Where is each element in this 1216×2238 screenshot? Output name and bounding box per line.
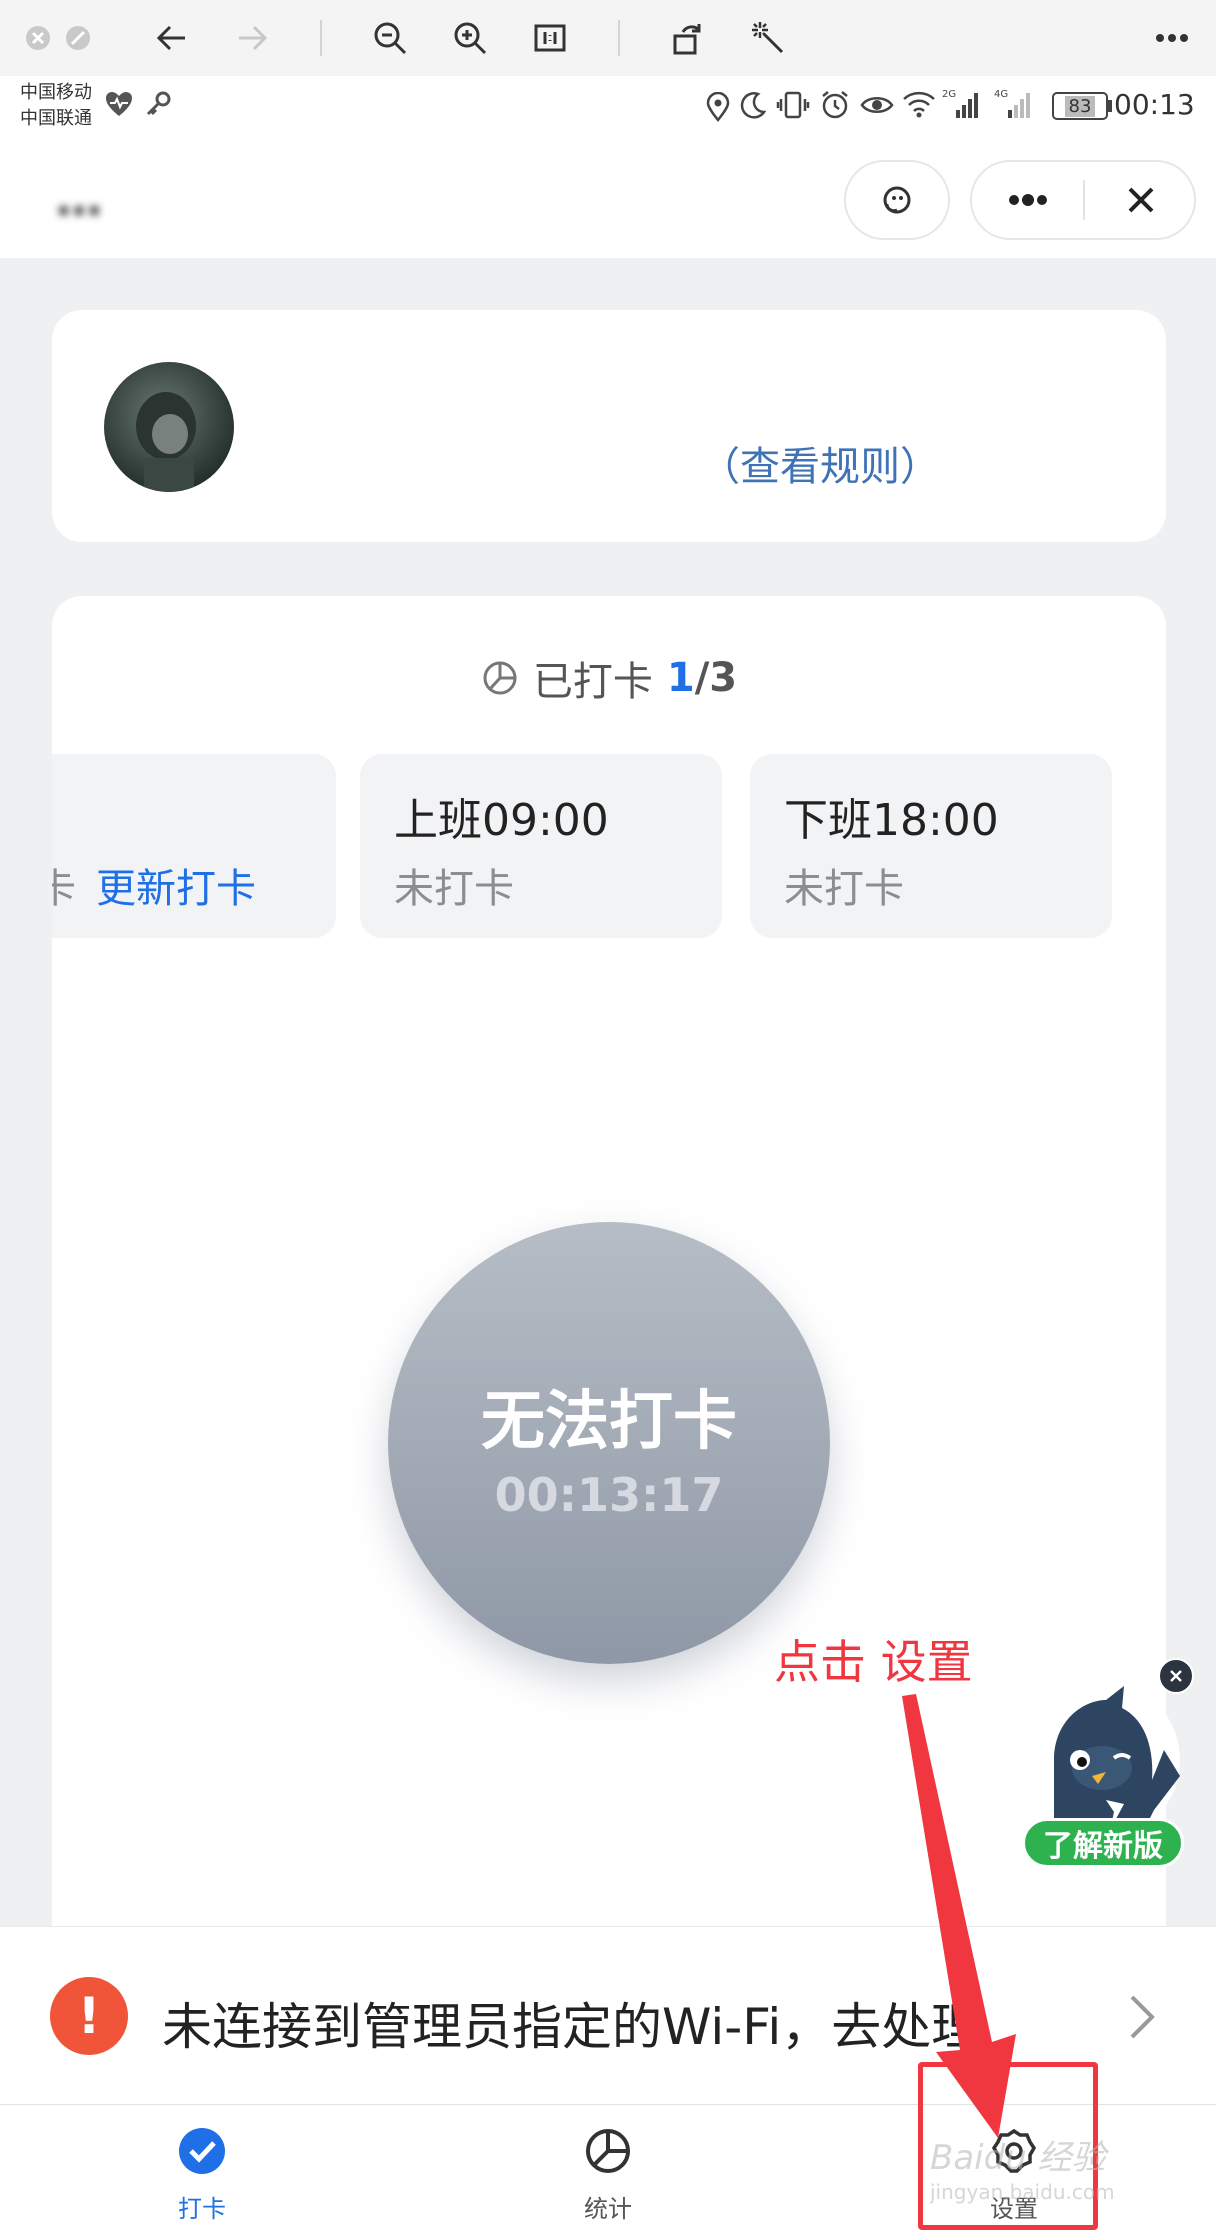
status-bar: 中国移动 中国联通 2G 4G 83 00:13 xyxy=(0,76,1216,142)
pie-chart-icon xyxy=(483,661,517,695)
more-options-icon[interactable] xyxy=(1148,14,1196,62)
title-bar: … xyxy=(0,142,1216,258)
checkmark-icon xyxy=(179,2128,225,2174)
actual-size-icon[interactable] xyxy=(526,14,574,62)
wifi-warning-text: 未连接到管理员指定的Wi-Fi，去处理 xyxy=(162,1998,982,2056)
slot-time: 上班09:00 xyxy=(394,795,609,846)
checkin-slot[interactable]: 下班18:00 未打卡 xyxy=(750,754,1112,938)
avatar xyxy=(104,362,234,492)
slot-status: 未打卡 xyxy=(784,866,904,912)
eye-icon xyxy=(860,92,894,122)
progress-total: /3 xyxy=(694,655,738,701)
cellular-signal-2-icon: 4G xyxy=(994,88,1034,124)
menu-more-button[interactable] xyxy=(972,162,1084,238)
rotate-icon[interactable] xyxy=(664,14,712,62)
punch-button[interactable]: 无法打卡 00:13:17 xyxy=(388,1222,830,1664)
forward-arrow-icon[interactable] xyxy=(228,14,276,62)
punch-clock: 00:13:17 xyxy=(494,1468,724,1522)
slot-status: 丁卡更新打卡 xyxy=(52,856,256,914)
warning-icon: ! xyxy=(50,1977,128,2055)
nav-item-checkin[interactable]: 打卡 xyxy=(92,2105,312,2238)
vibrate-icon xyxy=(776,90,810,124)
nav-label: 统计 xyxy=(584,2195,632,2223)
headset-icon xyxy=(883,186,911,214)
nav-label: 打卡 xyxy=(178,2195,226,2223)
alarm-icon xyxy=(820,90,850,124)
checkin-slot-strip[interactable]: 0 丁卡更新打卡 上班09:00 未打卡 下班18:00 未打卡 xyxy=(52,754,1166,938)
zoom-out-icon[interactable] xyxy=(366,14,414,62)
zoom-in-icon[interactable] xyxy=(446,14,494,62)
annotation-text: 点击 设置 xyxy=(774,1635,973,1689)
progress-label: 已打卡 xyxy=(532,659,653,705)
close-icon xyxy=(1170,1670,1182,1682)
page-title: … xyxy=(56,172,104,226)
slot-status-text: 丁卡 xyxy=(52,866,76,912)
battery-level: 83 xyxy=(1064,95,1096,117)
carrier-2-label: 中国联通 xyxy=(20,108,92,129)
profile-card: （查看规则） xyxy=(52,310,1166,542)
key-icon xyxy=(144,90,172,122)
toolbar-divider xyxy=(320,20,322,56)
back-arrow-icon[interactable] xyxy=(148,14,196,62)
svg-text:4G: 4G xyxy=(994,89,1008,100)
slot-status: 未打卡 xyxy=(394,866,514,912)
slot-time: 下班18:00 xyxy=(784,795,999,846)
health-heart-icon xyxy=(104,90,134,122)
checkin-progress: 已打卡 1/3 xyxy=(52,648,1166,708)
moon-icon xyxy=(740,92,767,124)
svg-text:2G: 2G xyxy=(942,89,956,100)
close-button[interactable] xyxy=(1085,162,1197,238)
watermark-url: jingyan.baidu.com xyxy=(930,2180,1115,2204)
magic-wand-icon[interactable] xyxy=(744,14,792,62)
clock-time: 00:13 xyxy=(1114,88,1195,121)
nav-item-stats[interactable]: 统计 xyxy=(498,2105,718,2238)
mascot-close-button[interactable] xyxy=(1158,1658,1194,1694)
battery-indicator: 83 xyxy=(1052,92,1108,120)
punch-label: 无法打卡 xyxy=(481,1385,737,1459)
wifi-signal-icon xyxy=(902,90,936,122)
customer-service-button[interactable] xyxy=(844,160,950,240)
watermark: Baidu 经验 xyxy=(930,2138,1106,2178)
more-dots-icon xyxy=(1009,194,1047,206)
close-icon xyxy=(1128,187,1154,213)
pie-chart-icon xyxy=(586,2129,630,2173)
mini-program-capsule xyxy=(970,160,1196,240)
checkin-slot[interactable]: 上班09:00 未打卡 xyxy=(360,754,722,938)
toolbar-divider xyxy=(618,20,620,56)
update-checkin-link[interactable]: 更新打卡 xyxy=(96,866,256,912)
cellular-signal-1-icon: 2G xyxy=(942,88,982,124)
viewer-toolbar xyxy=(0,0,1216,76)
chevron-right-icon xyxy=(1130,1995,1155,2039)
checkin-slot[interactable]: 0 丁卡更新打卡 xyxy=(52,754,336,938)
progress-count: 1 xyxy=(666,655,695,701)
minimize-window-icon[interactable] xyxy=(54,14,102,62)
location-icon xyxy=(706,91,730,126)
battery-tip xyxy=(1108,100,1112,112)
carrier-1-label: 中国移动 xyxy=(20,82,92,103)
view-rules-link[interactable]: （查看规则） xyxy=(700,434,940,492)
